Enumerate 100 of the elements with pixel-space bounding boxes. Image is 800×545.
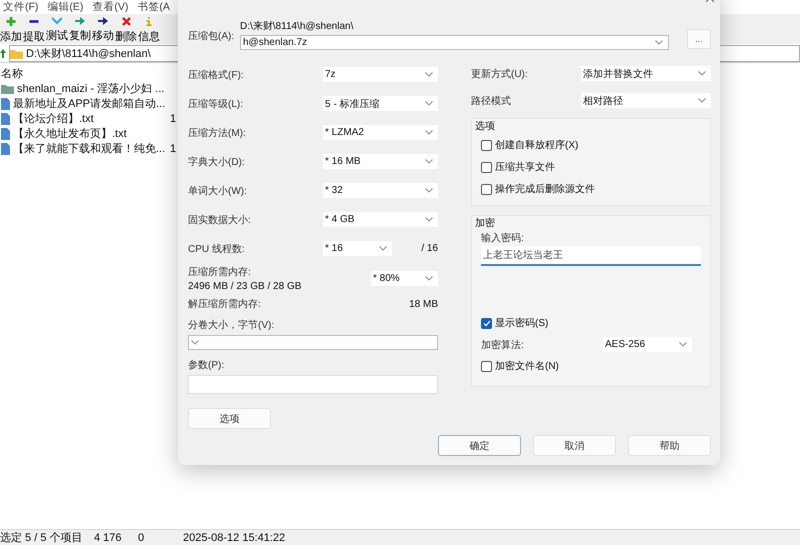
dropdown[interactable]: * LZMA2: [323, 125, 438, 140]
file-icon: [1, 128, 10, 140]
setting-label: 压缩方法(M):: [188, 126, 247, 140]
setting-label: 压缩格式(F):: [188, 68, 245, 82]
setting-label: 压缩等级(L):: [188, 98, 244, 110]
checkbox[interactable]: [481, 184, 492, 194]
setting-label: 更新方式(U):: [471, 68, 529, 80]
dropdown[interactable]: 5 - 标准压缩: [323, 96, 438, 111]
toolbar-button[interactable]: 提取: [23, 14, 45, 44]
arrow-right-icon: [75, 17, 85, 25]
chevron-down-icon: [698, 71, 706, 76]
dropdown[interactable]: * 32: [323, 183, 438, 198]
dialog-button[interactable]: 取消: [533, 435, 616, 456]
checkbox-label: 操作完成后删除源文件: [495, 182, 595, 196]
dialog-button[interactable]: 帮助: [628, 435, 711, 456]
checkbox-label: 压缩共享文件: [495, 160, 555, 174]
thread-count: / 16: [421, 243, 438, 254]
password-field[interactable]: 上老王论坛当老王: [481, 246, 701, 266]
setting-label: 压缩所需内存:: [188, 266, 252, 279]
chevron-down-icon: [425, 130, 433, 135]
chevron-down-icon: [425, 72, 433, 77]
toolbar-button[interactable]: 复制: [69, 14, 91, 44]
toolbar-button[interactable]: 删除: [115, 14, 137, 44]
checkbox[interactable]: [481, 140, 492, 150]
checkbox-label: 显示密码(S): [495, 316, 548, 330]
options-button[interactable]: 选项: [188, 408, 271, 429]
dropdown[interactable]: 相对路径: [581, 93, 711, 108]
memory-usage: 2496 MB / 23 GB / 28 GB: [188, 281, 302, 292]
dropdown[interactable]: 7z: [323, 67, 438, 82]
info-icon: [145, 17, 153, 26]
archive-path: D:\来财\8114\h@shenlan\: [240, 20, 354, 33]
toolbar-button[interactable]: 信息: [138, 14, 160, 44]
menu-item[interactable]: 文件(F): [3, 0, 38, 14]
menu-item[interactable]: 书签(A: [137, 0, 170, 14]
checkbox-label: 创建自释放程序(X): [495, 138, 578, 152]
minus-icon: [29, 17, 39, 26]
status-text: 0: [138, 532, 146, 544]
setting-label: 分卷大小，字节(V):: [188, 318, 276, 333]
toolbar-button[interactable]: 移动: [92, 14, 114, 44]
checkbox[interactable]: [481, 162, 492, 172]
group-title: 加密: [475, 216, 496, 229]
chevron-down-icon: [425, 159, 433, 164]
dropdown[interactable]: AES-256: [603, 337, 692, 352]
setting-label: 解压缩所需内存:: [188, 298, 261, 311]
group-title: 选项: [475, 120, 496, 132]
dropdown[interactable]: * 80%: [371, 271, 438, 286]
file-name[interactable]: shenlan_maizi - 淫荡小少妇 ...: [17, 81, 171, 96]
toolbar-button[interactable]: 测试: [46, 14, 68, 44]
arrow-right-icon: [98, 17, 108, 25]
chevron-down-icon: [425, 217, 433, 222]
setting-label: 单词大小(W):: [188, 184, 248, 198]
parameters-field[interactable]: [188, 375, 438, 394]
chevron-down-icon: [425, 188, 433, 193]
file-size: 1: [170, 142, 176, 154]
setting-label: 路径模式: [471, 94, 512, 108]
column-header[interactable]: 名称: [0, 66, 23, 80]
password-label: 输入密码:: [481, 232, 525, 246]
dropdown[interactable]: * 16: [323, 241, 392, 256]
chevron-down-icon: [191, 340, 199, 345]
chevron-down-icon: [379, 246, 387, 251]
checkbox[interactable]: [481, 318, 492, 328]
folder-icon: [1, 84, 14, 94]
chevron-down-icon: [698, 98, 706, 103]
archive-name-field[interactable]: h@shenlan.7z: [240, 35, 669, 50]
dropdown[interactable]: * 16 MB: [323, 154, 438, 169]
status-text: 4 176: [94, 532, 123, 544]
menu-item[interactable]: 查看(V): [92, 0, 128, 14]
file-name[interactable]: 最新地址及APP请发邮箱自动...: [13, 96, 167, 111]
archive-label: 压缩包(A):: [188, 30, 236, 43]
file-icon: [1, 112, 10, 124]
up-arrow-icon[interactable]: [0, 49, 6, 58]
file-icon: [1, 142, 10, 154]
dropdown[interactable]: * 4 GB: [323, 212, 438, 227]
chevron-down-icon: [425, 101, 433, 106]
file-name[interactable]: 【来了就能下载和观看！纯免...: [13, 141, 167, 156]
plus-icon: [6, 17, 16, 26]
status-text: 2025-08-12 15:41:22: [183, 532, 286, 544]
status-text: 选定 5 / 5 个项目: [0, 530, 84, 545]
checkbox-label: 加密文件名(N): [495, 360, 559, 373]
dropdown[interactable]: 添加并替换文件: [581, 66, 711, 81]
file-name[interactable]: 【永久地址发布页】.txt: [13, 126, 167, 141]
folder-icon: [10, 48, 23, 58]
file-size: 1: [170, 112, 176, 124]
dialog-button[interactable]: 确定: [438, 435, 521, 456]
setting-label: 固实数据大小:: [188, 214, 252, 226]
setting-label: 加密算法:: [481, 338, 525, 352]
setting-label: 参数(P):: [188, 358, 226, 373]
chevron-down-icon: [679, 342, 687, 347]
memory-value: 18 MB: [409, 298, 438, 310]
chevron-down-icon: [52, 17, 62, 25]
chevron-down-icon: [655, 40, 663, 45]
toolbar-button[interactable]: 添加: [0, 14, 22, 44]
checkbox[interactable]: [481, 360, 492, 372]
setting-label: CPU 线程数:: [188, 242, 246, 256]
split-size-field[interactable]: [188, 335, 438, 350]
file-name[interactable]: 【论坛介绍】.txt: [13, 111, 167, 126]
chevron-down-icon: [425, 276, 433, 281]
browse-button[interactable]: ...: [687, 29, 711, 49]
menu-item[interactable]: 编辑(E): [47, 0, 84, 14]
file-icon: [1, 98, 10, 110]
